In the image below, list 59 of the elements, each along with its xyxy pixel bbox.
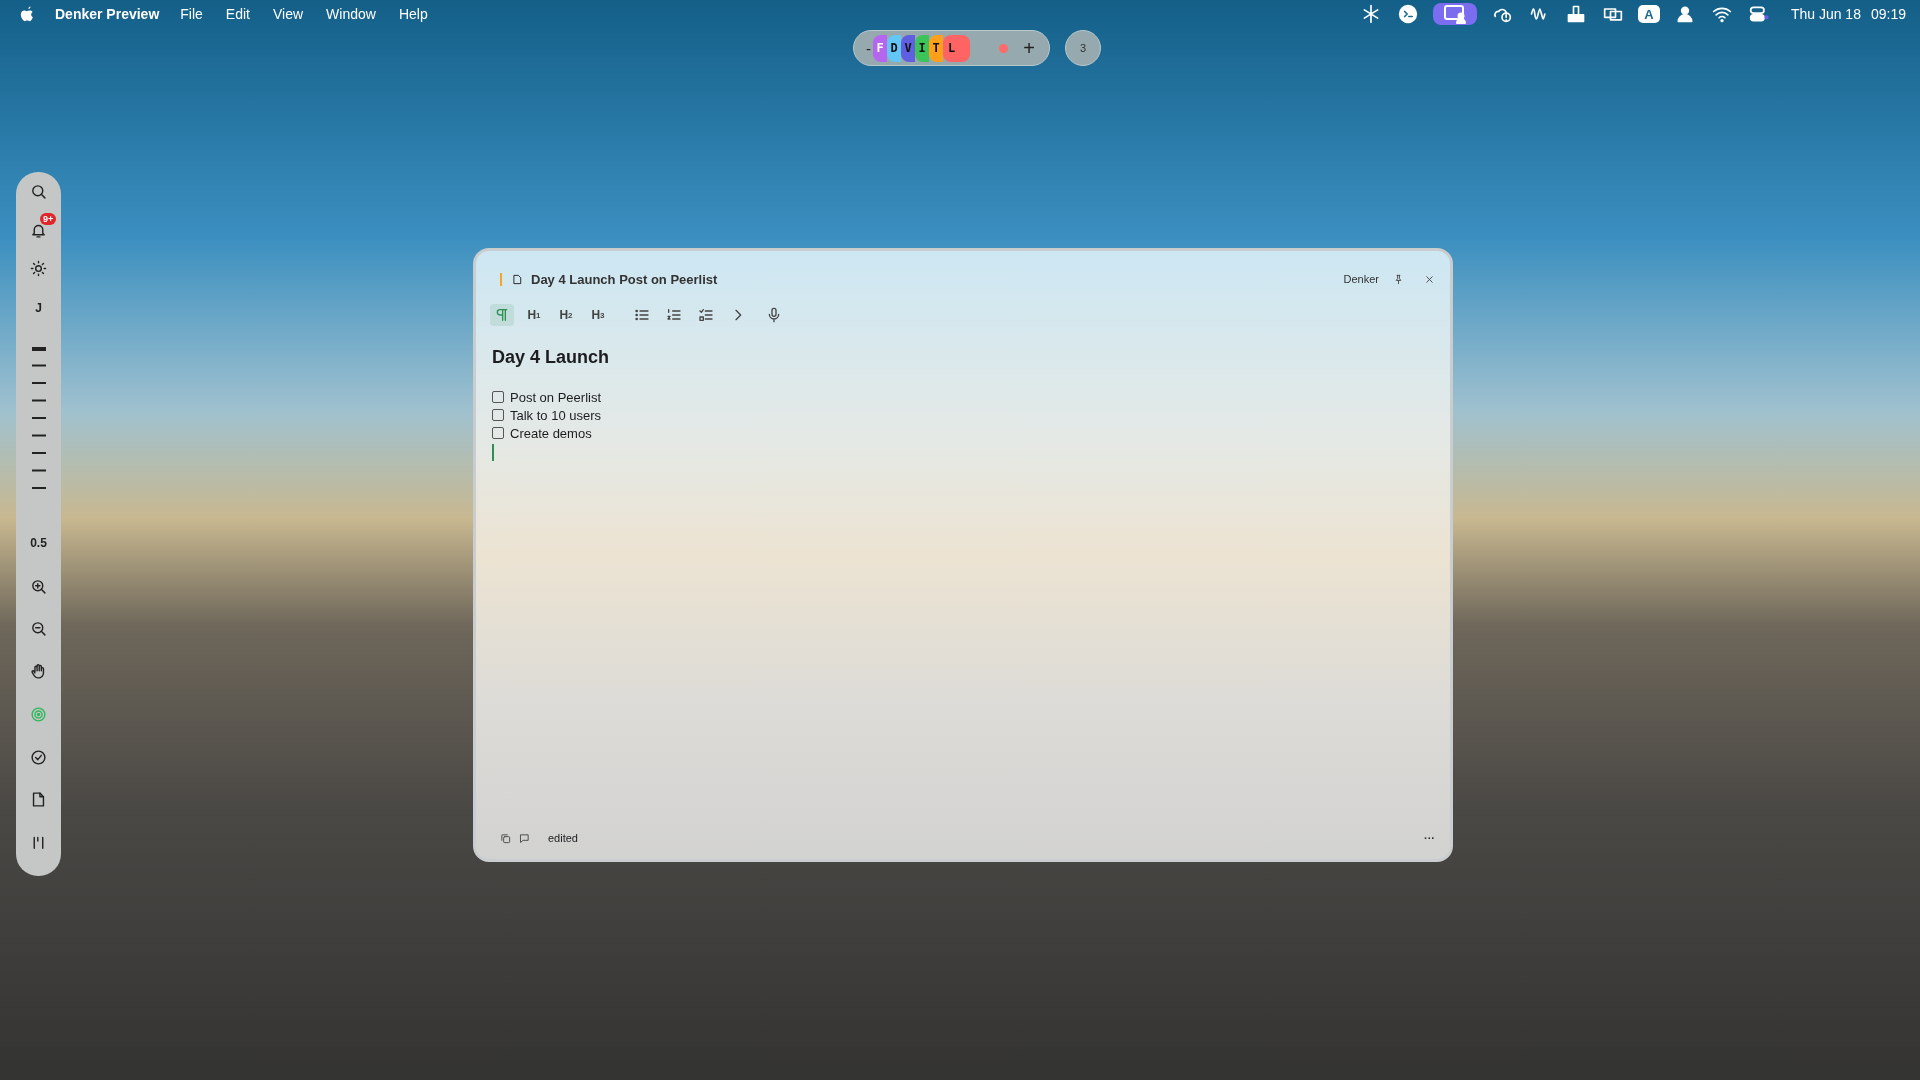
status-dot [999, 43, 1008, 53]
note-heading: Day 4 Launch [492, 347, 611, 368]
space-tile[interactable]: L [943, 34, 970, 62]
apple-logo-icon[interactable] [20, 5, 35, 23]
paragraph-icon [494, 307, 510, 323]
keyboard-input-button[interactable]: A [1637, 5, 1660, 23]
space-tile[interactable]: I [915, 34, 929, 62]
menu-item[interactable]: Help [398, 6, 428, 22]
close-icon[interactable] [1424, 273, 1435, 285]
todo-list-icon [698, 307, 714, 323]
space-tile[interactable]: D [887, 34, 901, 62]
status-label: edited [548, 832, 578, 844]
add-button[interactable]: + [1023, 36, 1035, 60]
checkbox[interactable] [492, 391, 504, 403]
zoom-out-icon[interactable] [30, 620, 47, 638]
bullet-list-icon [634, 307, 650, 323]
space-tile[interactable]: T [929, 34, 943, 62]
numbered-list-icon [666, 307, 682, 323]
menu-bar-date[interactable]: Thu Jun 18 [1790, 6, 1861, 22]
checkbox[interactable] [492, 409, 504, 421]
menu-item[interactable]: View [273, 6, 304, 22]
menu-item[interactable]: File [180, 6, 203, 22]
comment-icon[interactable] [519, 832, 530, 844]
owner-label: Denker [1343, 273, 1379, 285]
document-icon[interactable] [30, 791, 47, 809]
tray-icon[interactable] [1565, 4, 1586, 24]
notification-badge: 9+ [40, 212, 57, 225]
minus-button[interactable]: - [866, 39, 871, 57]
task-text: Talk to 10 users [510, 407, 602, 423]
space-tile[interactable]: F [873, 34, 887, 62]
microphone-icon [766, 307, 782, 323]
search-icon[interactable] [30, 182, 47, 200]
profile-initial[interactable]: J [35, 300, 42, 315]
task-text: Create demos [510, 425, 592, 441]
toggles-icon[interactable] [1748, 4, 1769, 24]
menu-bar-time[interactable]: 09:19 [1870, 6, 1906, 22]
zoom-in-icon[interactable] [30, 577, 47, 595]
paragraph-button[interactable] [490, 304, 514, 326]
pin-icon[interactable] [1393, 273, 1404, 285]
ruler-drawing[interactable] [31, 347, 46, 489]
app-menu[interactable]: Denker Preview [55, 6, 160, 22]
text-cursor [492, 444, 494, 461]
terminal-icon[interactable] [1397, 4, 1418, 24]
page-icon [512, 273, 523, 285]
copy-icon[interactable] [500, 832, 511, 844]
note-title: Day 4 Launch Post on Peerlist [531, 271, 718, 287]
space-tile[interactable]: V [901, 34, 915, 62]
checkbox[interactable] [492, 427, 504, 439]
more-button[interactable]: ··· [1424, 832, 1435, 844]
screen-user-icon[interactable] [1442, 2, 1467, 26]
count-button[interactable]: 3 [1065, 30, 1101, 66]
check-circle-icon[interactable] [30, 748, 47, 766]
sun-icon[interactable] [30, 260, 47, 278]
menu-item[interactable]: Window [326, 6, 376, 22]
zoom-level[interactable]: 0.5 [30, 536, 47, 551]
task-text: Post on Peerlist [510, 389, 602, 405]
person-icon[interactable] [1674, 4, 1695, 24]
hand-icon[interactable] [30, 663, 47, 681]
menu-item[interactable]: Edit [225, 6, 250, 22]
